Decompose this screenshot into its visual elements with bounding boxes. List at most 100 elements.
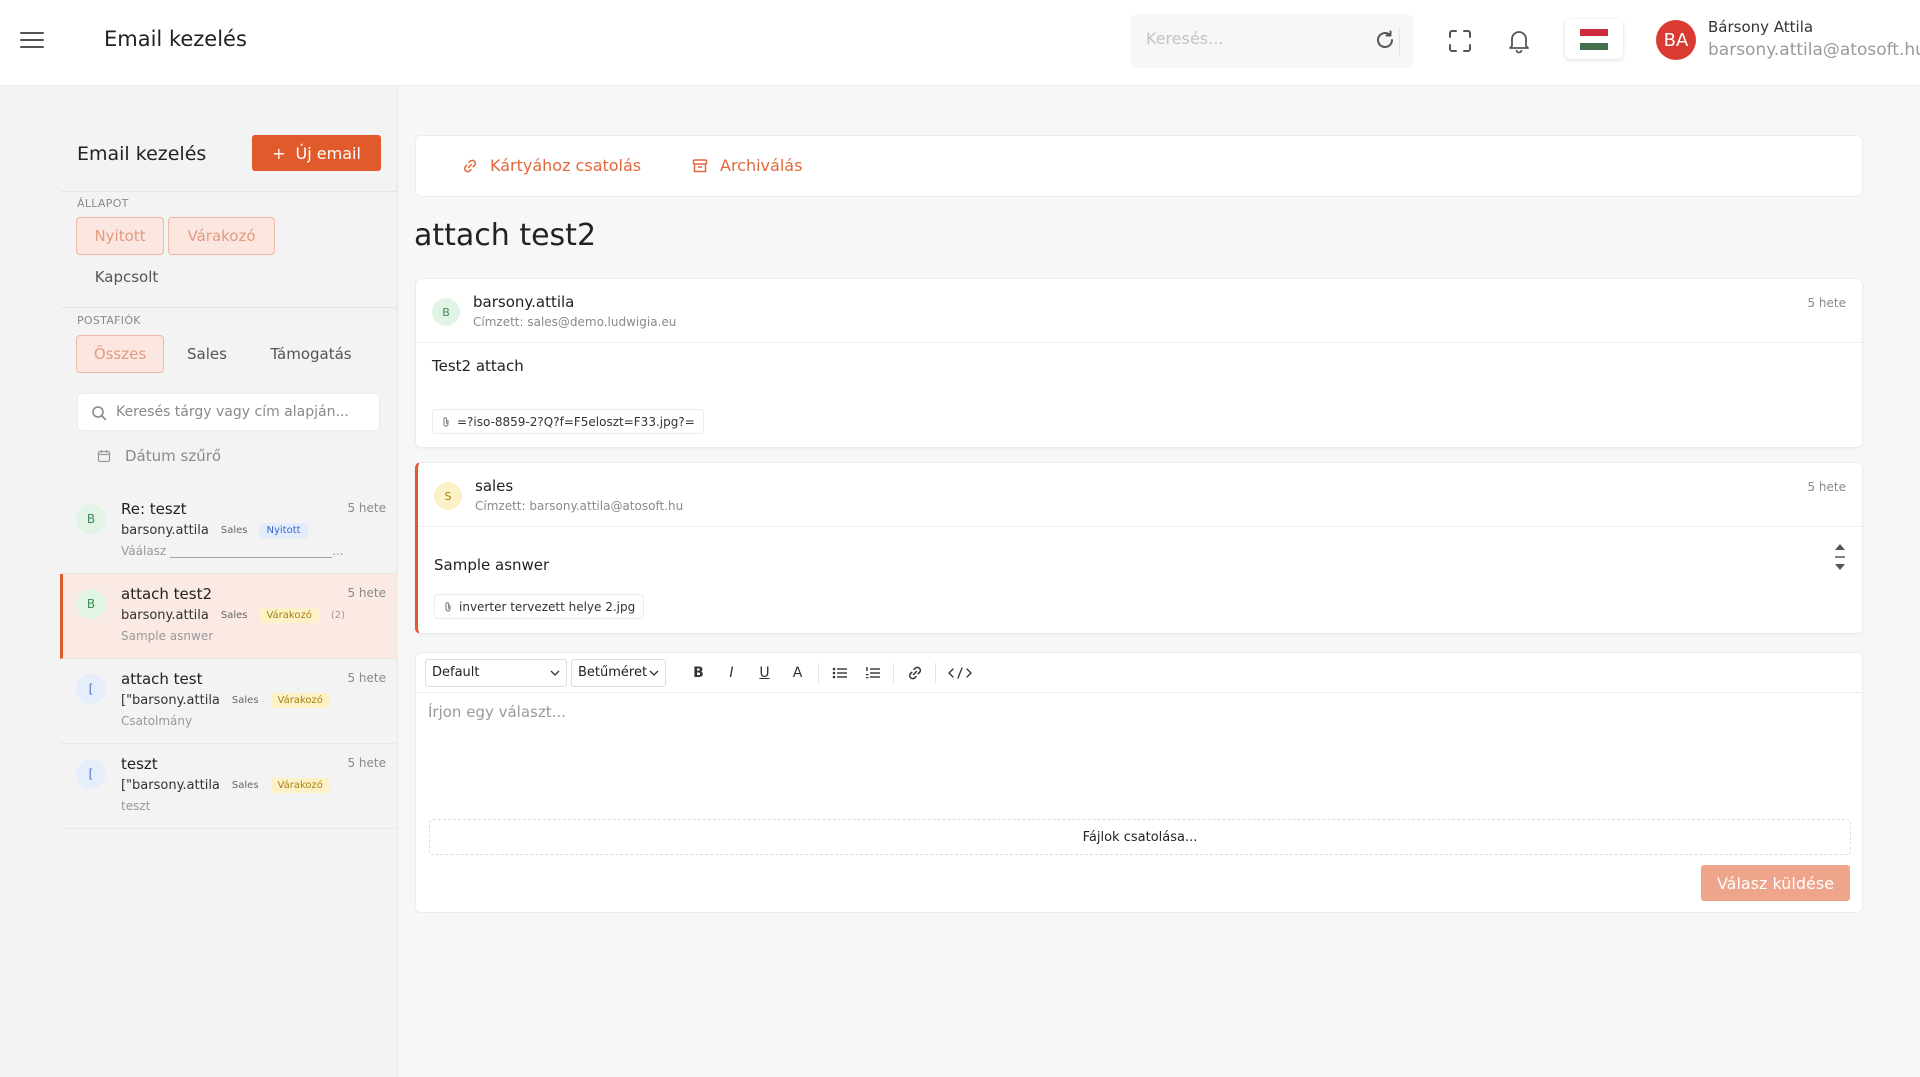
email-subject: teszt <box>121 755 158 773</box>
status-badge: Várakozó <box>259 608 319 623</box>
message-time: 5 hete <box>1807 296 1846 310</box>
refresh-icon[interactable] <box>1372 27 1400 55</box>
new-email-button[interactable]: + Új email <box>252 135 381 171</box>
menu-icon[interactable] <box>20 30 44 50</box>
code-view-icon[interactable] <box>940 659 980 687</box>
status-badge: Várakozó <box>270 693 330 708</box>
attachment-name: =?iso-8859-2?Q?f=F5eloszt=F33.jpg?= <box>457 414 695 429</box>
search-icon <box>92 406 107 421</box>
mailbox-chip-support[interactable]: Támogatás <box>256 335 366 373</box>
message-card: B barsony.attila Címzett: sales@demo.lud… <box>415 278 1863 448</box>
email-meta: barsony.attila Sales Várakozó (2) <box>121 608 345 623</box>
global-search <box>1130 14 1414 68</box>
user-avatar[interactable]: BA <box>1656 20 1696 60</box>
email-list: B Re: teszt 5 hete barsony.attila Sales … <box>60 489 398 829</box>
bell-icon[interactable] <box>1504 26 1534 56</box>
mailbox-tag: Sales <box>231 695 259 706</box>
status-chip-linked[interactable]: Kapcsolt <box>76 258 177 296</box>
app-title: Email kezelés <box>104 27 247 51</box>
language-selector[interactable] <box>1565 19 1623 59</box>
email-meta: barsony.attila Sales Nyitott <box>121 523 308 538</box>
top-bar: Email kezelés BA Bársony Attila barsony.… <box>0 0 1920 86</box>
email-preview: teszt <box>121 799 151 813</box>
message-time: 5 hete <box>1807 480 1846 494</box>
sender-avatar: S <box>434 482 462 510</box>
email-time: 5 hete <box>347 756 386 770</box>
message-from: barsony.attila <box>473 293 575 311</box>
mailbox-chip-sales[interactable]: Sales <box>172 335 242 373</box>
mailbox-tag: Sales <box>231 780 259 791</box>
reply-editor: Default Betűméret B I U A Írjon egy vála… <box>415 652 1863 913</box>
sender-avatar: B <box>76 589 106 619</box>
global-search-input[interactable] <box>1146 29 1356 48</box>
reply-input-placeholder[interactable]: Írjon egy választ... <box>428 703 566 721</box>
email-list-item[interactable]: [ teszt 5 hete ["barsony.attila Sales Vá… <box>60 744 398 829</box>
font-select[interactable]: Default <box>425 658 567 687</box>
mailbox-tag: Sales <box>220 610 248 621</box>
email-from: barsony.attila <box>121 608 209 623</box>
sender-avatar: B <box>432 298 460 326</box>
status-chip-open[interactable]: Nyitott <box>76 217 164 255</box>
email-list-item[interactable]: [ attach test 5 hete ["barsony.attila Sa… <box>60 659 398 744</box>
message-to: Címzett: sales@demo.ludwigia.eu <box>473 315 677 329</box>
bold-icon[interactable]: B <box>682 659 715 687</box>
message-from: sales <box>475 477 514 495</box>
email-meta: ["barsony.attila Sales Várakozó <box>121 778 330 793</box>
email-time: 5 hete <box>347 501 386 515</box>
email-from: ["barsony.attila <box>121 693 220 708</box>
message-count: (2) <box>330 610 346 621</box>
fullscreen-icon[interactable] <box>1445 26 1475 56</box>
archive-button[interactable]: Archiválás <box>692 156 802 175</box>
italic-icon[interactable]: I <box>715 659 748 687</box>
font-size-select[interactable]: Betűméret <box>571 658 666 687</box>
email-list-item-selected[interactable]: B attach test2 5 hete barsony.attila Sal… <box>60 574 398 659</box>
attachment-chip[interactable]: =?iso-8859-2?Q?f=F5eloszt=F33.jpg?= <box>432 409 704 434</box>
email-list-item[interactable]: B Re: teszt 5 hete barsony.attila Sales … <box>60 489 398 574</box>
archive-label: Archiválás <box>720 156 803 175</box>
email-preview: Sample asnwer <box>121 629 214 643</box>
message-to: Címzett: barsony.attila@atosoft.hu <box>475 499 684 513</box>
attachment-chip[interactable]: inverter tervezett helye 2.jpg <box>434 594 645 619</box>
sender-avatar: [ <box>76 759 106 789</box>
email-search-input[interactable] <box>116 404 366 420</box>
numbered-list-icon[interactable] <box>856 659 889 687</box>
chevron-down-icon <box>1835 564 1845 570</box>
underline-icon[interactable]: U <box>748 659 781 687</box>
link-icon[interactable] <box>898 659 931 687</box>
expand-toggle[interactable] <box>1834 543 1846 571</box>
email-preview: Csatolmány <box>121 714 193 728</box>
send-reply-button[interactable]: Válasz küldése <box>1701 865 1850 901</box>
mailbox-tag: Sales <box>220 525 248 536</box>
email-from: barsony.attila <box>121 523 209 538</box>
toolbar-divider <box>935 662 936 683</box>
message-card: S sales Címzett: barsony.attila@atosoft.… <box>415 462 1863 634</box>
bullet-list-icon[interactable] <box>823 659 856 687</box>
chevron-up-icon <box>1835 544 1845 550</box>
attach-to-card-label: Kártyához csatolás <box>490 156 642 175</box>
email-search <box>77 393 380 431</box>
divider <box>61 307 398 308</box>
text-color-icon[interactable]: A <box>781 659 814 687</box>
chevron-down-icon <box>550 670 560 676</box>
paperclip-icon <box>443 416 449 427</box>
sender-avatar: B <box>76 504 106 534</box>
sidebar-title: Email kezelés <box>77 143 207 165</box>
chevron-down-icon <box>649 670 659 676</box>
status-chip-waiting[interactable]: Várakozó <box>168 217 275 255</box>
message-body: Sample asnwer <box>434 556 550 574</box>
email-sidebar: Email kezelés + Új email ÁLLAPOT Nyitott… <box>0 87 398 1077</box>
new-email-label: Új email <box>295 143 361 163</box>
status-badge: Várakozó <box>270 778 330 793</box>
mailbox-label: POSTAFIÓK <box>77 314 141 327</box>
status-badge: Nyitott <box>259 523 308 538</box>
email-preview: Váálasz ___________________________... <box>121 544 344 558</box>
paperclip-icon <box>445 601 451 612</box>
archive-icon <box>692 158 708 172</box>
attachment-name: inverter tervezett helye 2.jpg <box>459 599 636 614</box>
attach-to-card-button[interactable]: Kártyához csatolás <box>462 156 641 175</box>
editor-toolbar: Default Betűméret B I U A <box>416 653 1862 693</box>
toolbar-divider <box>893 662 894 683</box>
mailbox-chip-all[interactable]: Összes <box>76 335 164 373</box>
attach-files-dropzone[interactable]: Fájlok csatolása... <box>429 819 1851 855</box>
date-filter[interactable]: Dátum szűrő <box>97 447 221 465</box>
